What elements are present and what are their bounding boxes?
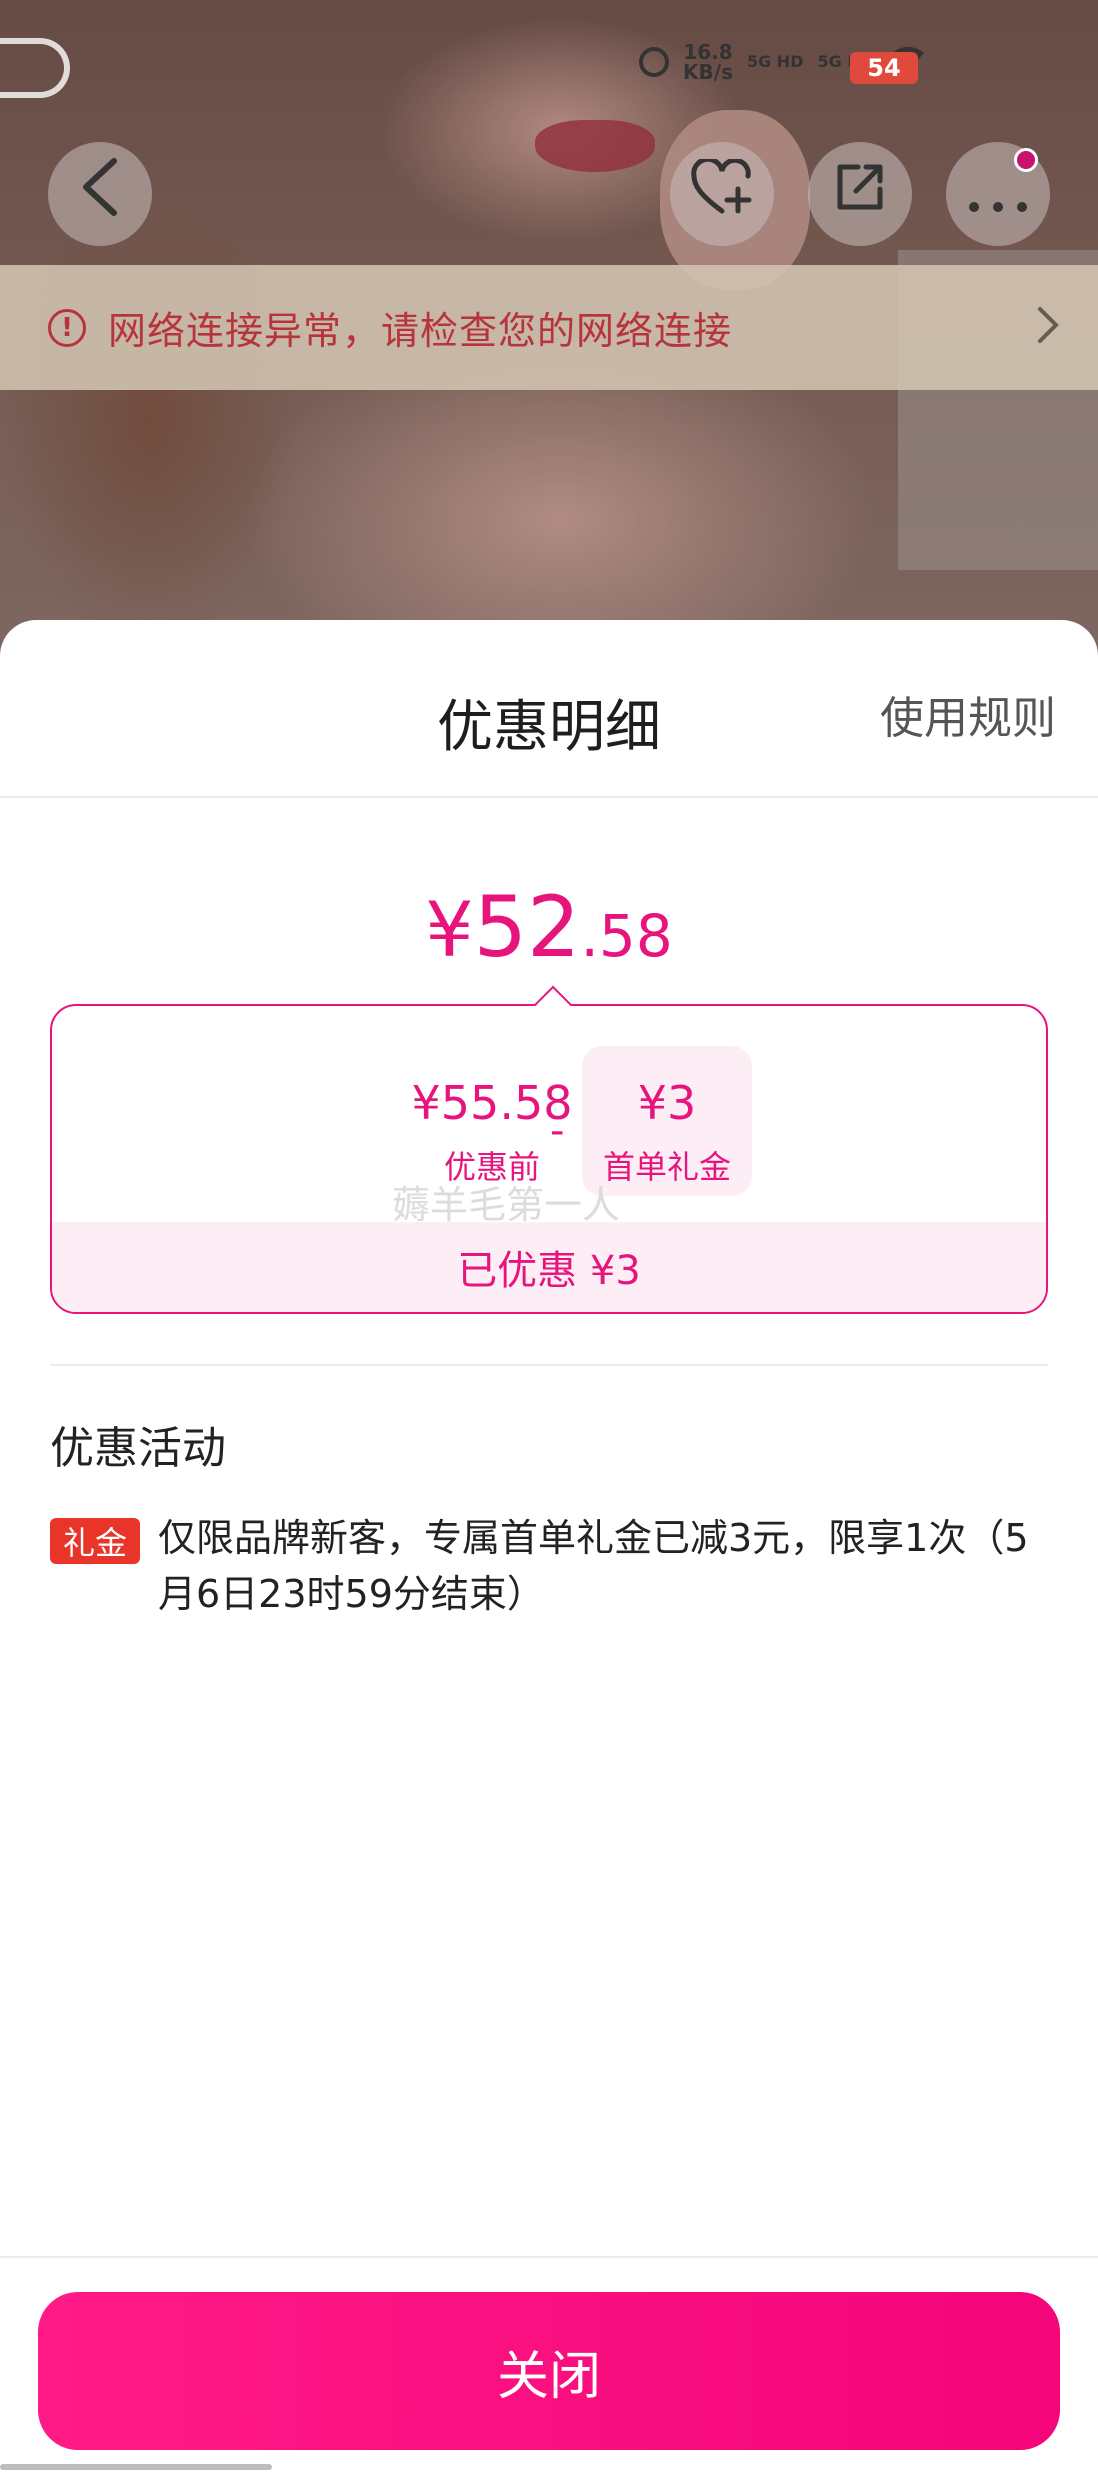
notification-dot <box>1014 148 1038 172</box>
network-speed: 16.8 KB/s <box>683 40 733 84</box>
network-error-banner[interactable]: ! 网络连接异常，请检查您的网络连接 <box>0 265 1098 390</box>
share-icon <box>832 159 888 229</box>
warning-icon: ! <box>48 308 86 347</box>
chevron-right-icon <box>1036 305 1060 356</box>
watermark-text: 薅羊毛第一人 <box>392 1183 621 1227</box>
network-error-message: 网络连接异常，请检查您的网络连接 <box>108 309 733 353</box>
screen-record-icon <box>0 38 70 98</box>
divider <box>50 1364 1048 1366</box>
favorite-button[interactable] <box>670 142 774 246</box>
activity-section-title: 优惠活动 <box>50 1423 226 1474</box>
usage-rules-link[interactable]: 使用规则 <box>880 682 1056 746</box>
close-button[interactable]: 关闭 <box>38 2292 1060 2450</box>
home-indicator <box>0 2464 272 2470</box>
alarm-icon <box>639 47 670 77</box>
price-calculation-box: ¥55.58 优惠前 - ¥3 首单礼金 薅羊毛第一人 已优惠 ¥3 <box>50 985 1048 1314</box>
divider <box>0 796 1098 798</box>
back-icon <box>78 157 122 231</box>
original-price: ¥55.58 <box>411 1076 573 1130</box>
final-price: ¥52.58 <box>425 878 673 976</box>
gift-amount: ¥3 <box>637 1076 697 1130</box>
back-button[interactable] <box>48 142 152 246</box>
divider <box>0 2256 1098 2258</box>
gift-tag-badge: 礼金 <box>50 1518 140 1564</box>
more-button[interactable] <box>946 142 1050 246</box>
more-icon <box>968 162 1028 227</box>
saved-amount: 已优惠 ¥3 <box>52 1222 1046 1312</box>
signal-indicator: 5G HD <box>746 52 804 71</box>
discount-detail-sheet: 优惠明细 使用规则 ¥52.58 ¥55.58 优惠前 - ¥3 首单礼金 薅羊… <box>0 620 1098 2480</box>
status-bar: 16.8 KB/s 5G HD 5G HD 54 <box>0 0 1098 125</box>
battery-indicator: 54 <box>850 52 918 84</box>
share-button[interactable] <box>808 142 912 246</box>
favorite-add-icon <box>690 156 754 229</box>
activity-description: 仅限品牌新客，专属首单礼金已减3元，限享1次（5月6日23时59分结束） <box>158 1516 1029 1616</box>
minus-operator: - <box>550 1108 565 1154</box>
